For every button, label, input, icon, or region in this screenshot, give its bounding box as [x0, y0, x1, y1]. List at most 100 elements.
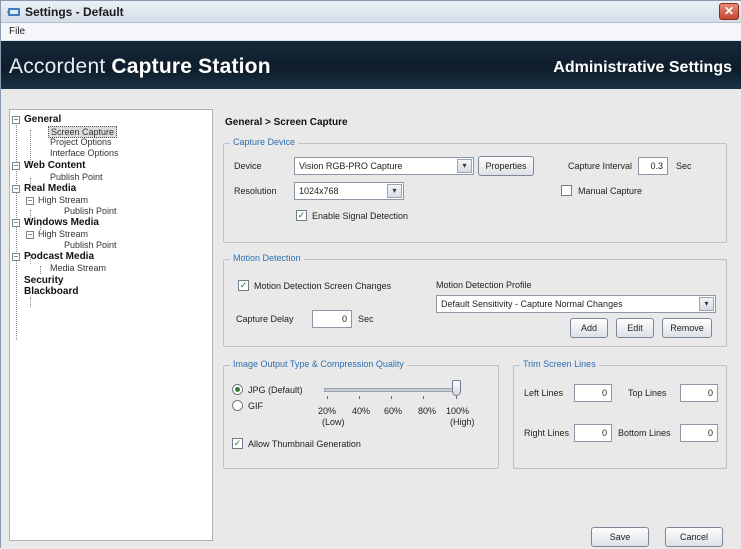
signal-detection-checkbox[interactable]: ✓ [296, 210, 307, 221]
quality-tick-label-20: 20% [318, 406, 337, 416]
right-lines-input[interactable]: 0 [574, 424, 612, 442]
top-lines-label: Top Lines [628, 388, 667, 398]
tree-item-high-stream[interactable]: High Stream [38, 229, 88, 239]
device-select[interactable]: Vision RGB-PRO Capture ▾ [294, 157, 474, 175]
bottom-lines-input[interactable]: 0 [680, 424, 718, 442]
tree-item-media-stream[interactable]: Media Stream [50, 263, 106, 273]
right-lines-label: Right Lines [524, 428, 570, 438]
app-name-product: Capture Station [111, 55, 271, 78]
quality-slider-track[interactable] [324, 388, 460, 392]
signal-detection-label: Enable Signal Detection [312, 211, 409, 221]
manual-capture-checkbox[interactable] [561, 185, 572, 196]
capture-device-legend: Capture Device [230, 137, 299, 147]
quality-tick [359, 396, 360, 399]
tree-line [30, 130, 31, 164]
tree-item-blackboard[interactable]: Blackboard [24, 286, 78, 297]
device-label: Device [234, 161, 262, 171]
close-button[interactable]: ✕ [719, 3, 739, 20]
tree-line [40, 266, 41, 274]
breadcrumb: General > Screen Capture [225, 117, 348, 128]
remove-profile-button[interactable]: Remove [662, 318, 712, 338]
admin-title: Administrative Settings [553, 59, 732, 76]
tree-item-real-media[interactable]: Real Media [24, 183, 76, 194]
settings-window: Settings - Default ✕ File Accordent Capt… [0, 0, 741, 549]
motion-screen-changes-checkbox[interactable]: ✓ [238, 280, 249, 291]
device-value: Vision RGB-PRO Capture [299, 161, 403, 171]
quality-slider-thumb[interactable] [452, 380, 461, 396]
title-bar: Settings - Default ✕ [1, 1, 741, 23]
motion-profile-select[interactable]: Default Sensitivity - Capture Normal Cha… [436, 295, 716, 313]
quality-tick [391, 396, 392, 399]
resolution-select[interactable]: 1024x768 ▾ [294, 182, 404, 200]
tree-item-high-stream[interactable]: High Stream [38, 195, 88, 205]
app-name-brand: Accordent [9, 55, 112, 78]
quality-tick-label-80: 80% [418, 406, 437, 416]
manual-capture-label: Manual Capture [578, 186, 643, 196]
tree-item-windows-media[interactable]: Windows Media [24, 217, 99, 228]
menu-file[interactable]: File [9, 26, 25, 37]
add-profile-button[interactable]: Add [570, 318, 608, 338]
collapse-general-icon[interactable]: − [12, 116, 20, 124]
edit-profile-button[interactable]: Edit [616, 318, 654, 338]
left-lines-input[interactable]: 0 [574, 384, 612, 402]
tree-line [30, 297, 31, 307]
menu-bar: File [1, 23, 741, 41]
thumbnail-checkbox[interactable]: ✓ [232, 438, 243, 449]
bottom-lines-label: Bottom Lines [618, 428, 671, 438]
capture-interval-input[interactable]: 0.3 [638, 157, 668, 175]
jpg-label: JPG (Default) [248, 385, 303, 395]
app-banner: Accordent Capture Station Administrative… [1, 41, 741, 89]
tree-item-podcast-media[interactable]: Podcast Media [24, 251, 94, 262]
app-name: Accordent Capture Station [9, 55, 271, 79]
motion-detection-group: Motion Detection ✓ Motion Detection Scre… [223, 253, 727, 347]
tree-item-web-content[interactable]: Web Content [24, 160, 85, 171]
quality-low-label: (Low) [322, 417, 345, 427]
chevron-down-icon: ▾ [699, 297, 714, 311]
close-icon: ✕ [723, 4, 735, 18]
collapse-windows-media-icon[interactable]: − [12, 219, 20, 227]
chevron-down-icon: ▾ [387, 184, 402, 198]
tree-item-security[interactable]: Security [24, 275, 63, 286]
left-lines-label: Left Lines [524, 388, 564, 398]
trim-lines-group: Trim Screen Lines Left Lines 0 Top Lines… [513, 359, 727, 469]
collapse-web-content-icon[interactable]: − [12, 162, 20, 170]
image-output-group: Image Output Type & Compression Quality … [223, 359, 499, 469]
tree-item-publish-point[interactable]: Publish Point [64, 206, 117, 216]
chevron-down-icon: ▾ [457, 159, 472, 173]
capture-delay-unit: Sec [358, 314, 374, 324]
quality-tick-label-100: 100% [446, 406, 470, 416]
tree-item-project-options[interactable]: Project Options [50, 137, 112, 147]
quality-high-label: (High) [450, 417, 475, 427]
collapse-real-media-icon[interactable]: − [12, 185, 20, 193]
resolution-value: 1024x768 [299, 186, 339, 196]
jpg-radio[interactable] [232, 384, 243, 395]
window-title: Settings - Default [25, 5, 124, 19]
tree-item-interface-options[interactable]: Interface Options [50, 148, 119, 158]
capture-delay-label: Capture Delay [236, 314, 294, 324]
quality-tick [423, 396, 424, 399]
capture-delay-input[interactable]: 0 [312, 310, 352, 328]
image-output-legend: Image Output Type & Compression Quality [230, 359, 407, 369]
collapse-high-stream-icon[interactable]: − [26, 231, 34, 239]
cancel-button[interactable]: Cancel [665, 527, 723, 547]
top-lines-input[interactable]: 0 [680, 384, 718, 402]
motion-screen-changes-label: Motion Detection Screen Changes [254, 281, 392, 291]
gif-radio[interactable] [232, 400, 243, 411]
tree-item-publish-point[interactable]: Publish Point [50, 172, 103, 182]
collapse-high-stream-icon[interactable]: − [26, 197, 34, 205]
motion-profile-value: Default Sensitivity - Capture Normal Cha… [441, 299, 623, 309]
quality-tick [456, 396, 457, 399]
tree-item-general[interactable]: General [24, 114, 61, 125]
collapse-podcast-media-icon[interactable]: − [12, 253, 20, 261]
tree-item-publish-point[interactable]: Publish Point [64, 240, 117, 250]
thumbnail-label: Allow Thumbnail Generation [248, 439, 361, 449]
motion-profile-label: Motion Detection Profile [436, 280, 532, 290]
quality-tick-label-60: 60% [384, 406, 403, 416]
capture-interval-unit: Sec [676, 161, 692, 171]
properties-button[interactable]: Properties [478, 156, 534, 176]
motion-detection-legend: Motion Detection [230, 253, 304, 263]
settings-tree: − General Screen Capture Project Options… [9, 109, 213, 541]
app-icon [7, 8, 20, 16]
save-button[interactable]: Save [591, 527, 649, 547]
capture-device-group: Capture Device Device Vision RGB-PRO Cap… [223, 137, 727, 243]
